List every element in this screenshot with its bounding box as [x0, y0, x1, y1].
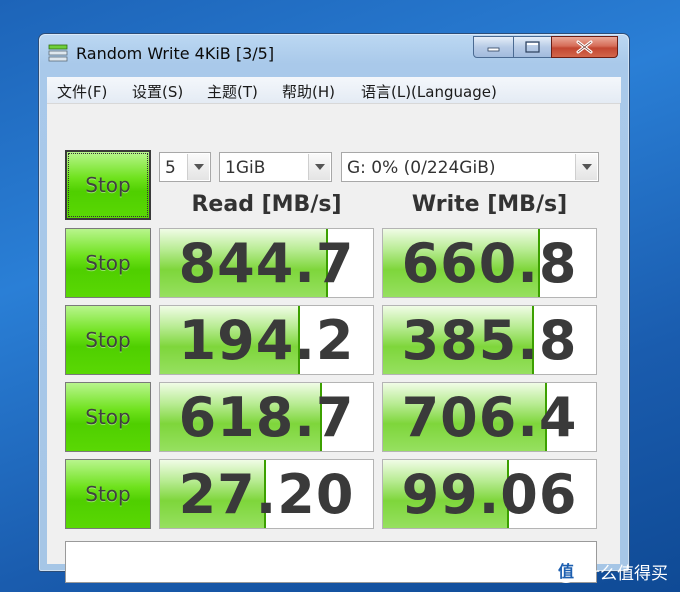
window-title: Random Write 4KiB [3/5] — [76, 44, 275, 63]
write-result-row-2: 385.8 — [382, 305, 597, 375]
chevron-down-icon — [187, 154, 209, 180]
write-value-row-1: 660.8 — [401, 232, 578, 295]
drive-select[interactable]: G: 0% (0/224GiB) — [341, 152, 599, 182]
stop-button-row-1[interactable]: Stop — [65, 228, 151, 298]
comment-input[interactable] — [65, 541, 597, 583]
read-value-row-1: 844.7 — [178, 232, 355, 295]
write-result-row-3: 706.4 — [382, 382, 597, 452]
test-count-value: 5 — [165, 158, 176, 178]
menu-language[interactable]: 语言(L)(Language) — [361, 81, 497, 102]
minimize-button[interactable] — [473, 36, 514, 58]
stop-button-row-2[interactable]: Stop — [65, 305, 151, 375]
write-value-row-2: 385.8 — [401, 309, 578, 372]
stop-button-row-4[interactable]: Stop — [65, 459, 151, 529]
stop-all-button[interactable]: Stop — [65, 150, 151, 220]
app-window: Random Write 4KiB [3/5] 文件(F) 设置(S) 主题(T… — [38, 33, 630, 583]
menu-theme[interactable]: 主题(T) — [207, 81, 258, 102]
read-result-row-4: 27.20 — [159, 459, 374, 529]
menu-bar: 文件(F) 设置(S) 主题(T) 帮助(H) 语言(L)(Language) — [47, 77, 621, 103]
write-value-row-4: 99.06 — [401, 463, 578, 526]
watermark-badge: 值 — [555, 560, 577, 583]
test-size-value: 1GiB — [225, 158, 266, 178]
read-column-header: Read [MB/s] — [191, 192, 342, 217]
title-bar[interactable]: Random Write 4KiB [3/5] — [39, 34, 629, 74]
benchmark-panel: Stop 5 1GiB G: 0% (0/224GiB) Read [MB/s]… — [47, 103, 620, 583]
write-value-row-3: 706.4 — [401, 386, 578, 449]
menu-help[interactable]: 帮助(H) — [282, 81, 335, 102]
watermark-text: 什么值得买 — [583, 564, 668, 584]
read-value-row-2: 194.2 — [178, 309, 355, 372]
read-value-row-3: 618.7 — [178, 386, 355, 449]
menu-settings[interactable]: 设置(S) — [132, 81, 183, 102]
close-button[interactable] — [551, 36, 618, 58]
maximize-icon — [525, 41, 540, 53]
test-size-select[interactable]: 1GiB — [219, 152, 332, 182]
menu-file[interactable]: 文件(F) — [57, 81, 107, 102]
minimize-icon — [487, 47, 500, 52]
chevron-down-icon — [575, 154, 597, 180]
stop-button-row-3[interactable]: Stop — [65, 382, 151, 452]
drive-value: G: 0% (0/224GiB) — [347, 158, 496, 178]
write-result-row-4: 99.06 — [382, 459, 597, 529]
read-result-row-1: 844.7 — [159, 228, 374, 298]
write-result-row-1: 660.8 — [382, 228, 597, 298]
maximize-button[interactable] — [513, 36, 552, 58]
watermark: 值 什么值得买 — [555, 559, 668, 584]
read-value-row-4: 27.20 — [178, 463, 355, 526]
read-result-row-2: 194.2 — [159, 305, 374, 375]
close-icon — [576, 40, 593, 54]
test-count-select[interactable]: 5 — [159, 152, 211, 182]
write-column-header: Write [MB/s] — [411, 192, 568, 217]
app-disk-icon — [48, 44, 68, 62]
chevron-down-icon — [308, 154, 330, 180]
read-result-row-3: 618.7 — [159, 382, 374, 452]
